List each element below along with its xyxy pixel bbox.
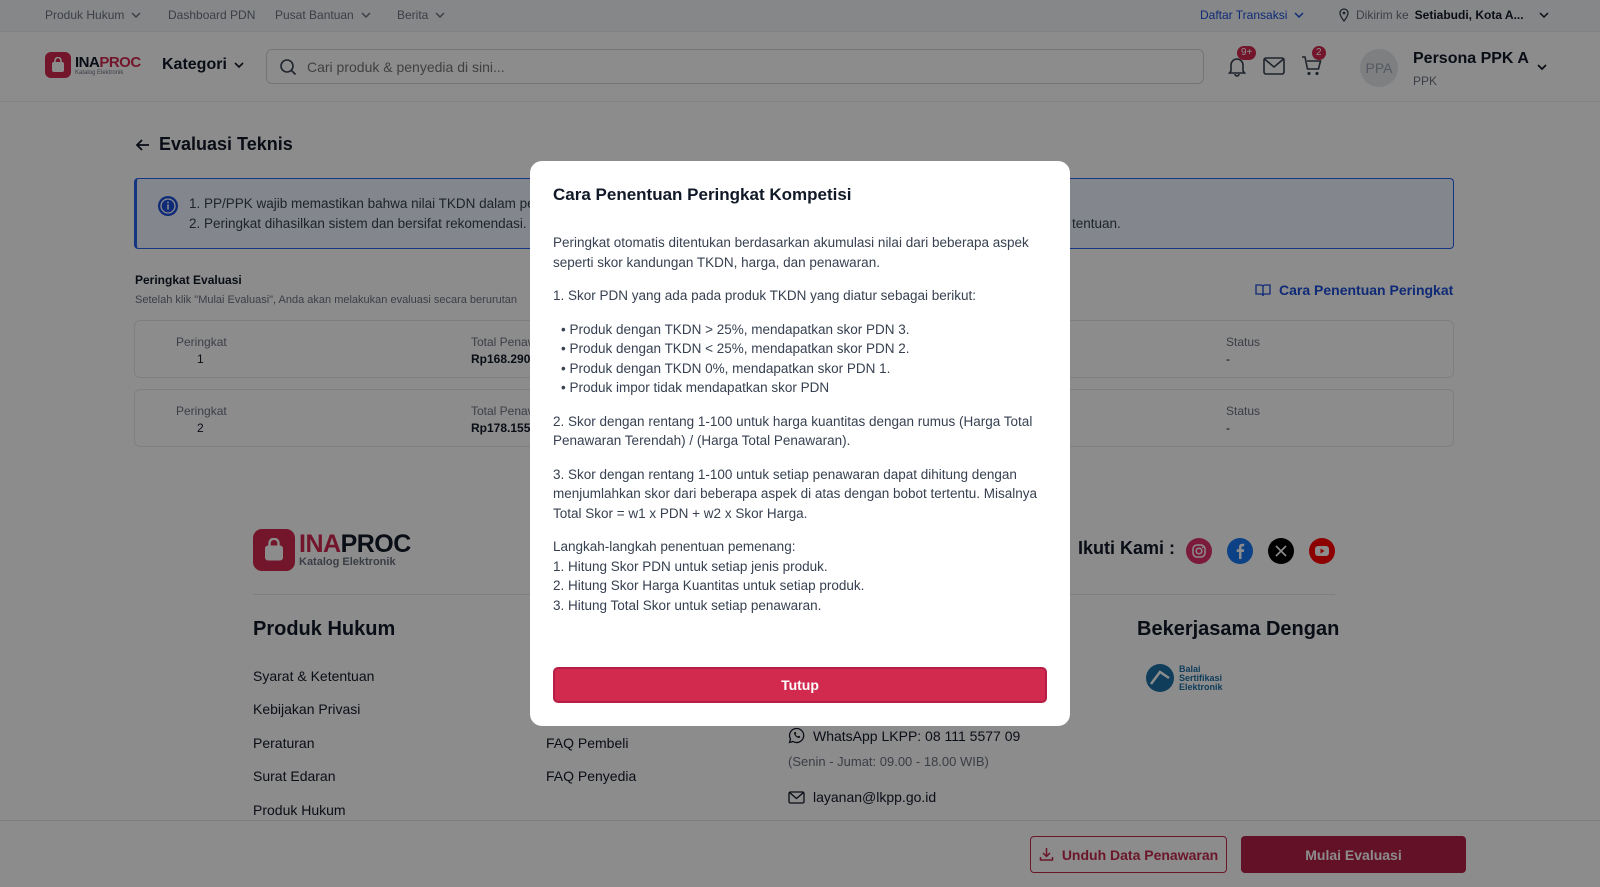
steps-title: Langkah-langkah penentuan pemenang:: [553, 539, 796, 554]
steps-list: Langkah-langkah penentuan pemenang: 1. H…: [553, 537, 1047, 615]
tkdn-bullet-list: Produk dengan TKDN > 25%, mendapatkan sk…: [553, 320, 1047, 398]
tutup-button[interactable]: Tutup: [553, 667, 1047, 703]
list-item: Produk impor tidak mendapatkan skor PDN: [561, 378, 1047, 398]
modal-point-3: 3. Skor dengan rentang 1-100 untuk setia…: [553, 466, 1038, 521]
modal-point-1: 1. Skor PDN yang ada pada produk TKDN ya…: [553, 288, 976, 303]
modal-body: Peringkat otomatis ditentukan berdasarka…: [553, 233, 1047, 615]
list-item: Produk dengan TKDN 0%, mendapatkan skor …: [561, 359, 1047, 379]
modal-title: Cara Penentuan Peringkat Kompetisi: [553, 185, 852, 204]
list-item: Produk dengan TKDN < 25%, mendapatkan sk…: [561, 339, 1047, 359]
list-item: 3. Hitung Total Skor untuk setiap penawa…: [553, 597, 822, 613]
modal-point-2: 2. Skor dengan rentang 1-100 untuk harga…: [553, 413, 1033, 449]
list-item: Produk dengan TKDN > 25%, mendapatkan sk…: [561, 320, 1047, 340]
list-item: 1. Hitung Skor PDN untuk setiap jenis pr…: [553, 558, 828, 574]
ranking-info-modal: Cara Penentuan Peringkat Kompetisi Perin…: [530, 161, 1070, 726]
list-item: 2. Hitung Skor Harga Kuantitas untuk set…: [553, 578, 865, 593]
modal-intro: Peringkat otomatis ditentukan berdasarka…: [553, 235, 1029, 270]
